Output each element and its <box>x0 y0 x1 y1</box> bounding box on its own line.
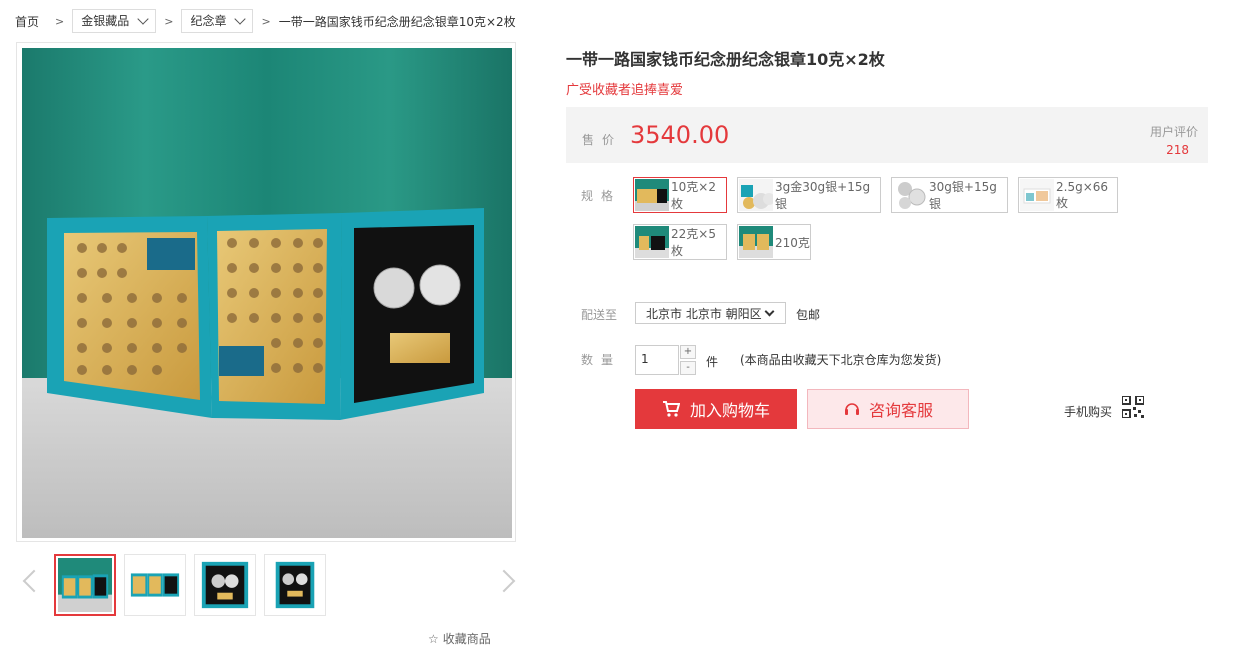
favorite-button[interactable]: ☆ 收藏商品 <box>428 630 491 647</box>
spec-swatch-coins <box>739 179 773 211</box>
chevron-down-icon <box>137 13 149 25</box>
mobile-buy-label[interactable]: 手机购买 <box>1064 403 1112 420</box>
customer-service-label: 咨询客服 <box>868 401 933 420</box>
breadcrumb-separator-icon: > <box>261 14 271 28</box>
thumbnail-1[interactable] <box>54 554 116 616</box>
breadcrumb-separator-icon: > <box>55 14 65 28</box>
price-label: 售价 <box>582 133 623 147</box>
headset-icon <box>844 403 859 415</box>
cart-icon <box>662 401 680 417</box>
spec-option-label: 22克×5枚 <box>671 227 716 258</box>
thumbnail-next-arrow-icon[interactable] <box>492 569 516 593</box>
add-to-cart-label: 加入购物车 <box>689 401 770 420</box>
breadcrumb-home[interactable]: 首页 <box>15 13 39 30</box>
region-value: 北京市 北京市 朝阳区 <box>646 306 762 321</box>
spec-option-label: 30g银+15g银 <box>929 180 997 211</box>
breadcrumb-category-label: 金银藏品 <box>81 14 130 28</box>
breadcrumb-subcategory-dropdown[interactable]: 纪念章 <box>181 9 254 33</box>
thumbnail-image <box>198 558 252 612</box>
thumbnail-prev-arrow-icon[interactable] <box>22 569 46 593</box>
spec-swatch-album <box>635 179 669 211</box>
spec-option-4[interactable]: 2.5g×66枚 <box>1018 177 1118 213</box>
chevron-down-icon <box>764 306 775 317</box>
thumbnail-image <box>128 558 182 612</box>
product-photo <box>22 48 512 538</box>
spec-swatch-set <box>1020 179 1054 211</box>
quantity-plus-button[interactable]: + <box>680 345 696 359</box>
spec-option-2[interactable]: 3g金30g银+15g银 <box>737 177 881 213</box>
quantity-unit: 件 <box>706 355 719 369</box>
spec-option-label: 10克×2枚 <box>671 180 716 211</box>
breadcrumb-separator-icon: > <box>164 14 174 28</box>
favorite-label: 收藏商品 <box>442 632 491 646</box>
quantity-minus-button[interactable]: - <box>680 361 696 375</box>
price-panel: 售价 3540.00 用户评价 218 <box>566 107 1208 163</box>
chevron-down-icon <box>234 13 247 25</box>
spec-swatch-silver <box>893 179 927 211</box>
region-select[interactable]: 北京市 北京市 朝阳区 <box>635 302 786 324</box>
shipping-free-label: 包邮 <box>796 308 821 322</box>
spec-option-5[interactable]: 22克×5枚 <box>633 224 727 260</box>
spec-option-label: 2.5g×66枚 <box>1056 179 1109 210</box>
review-label: 用户评价 <box>1149 125 1198 139</box>
main-product-image[interactable] <box>16 42 516 542</box>
spec-label: 规格 <box>581 189 622 203</box>
spec-swatch-box <box>739 226 773 258</box>
customer-service-button[interactable]: 咨询客服 <box>807 389 969 429</box>
spec-swatch-case <box>635 226 669 258</box>
quantity-label: 数量 <box>581 353 622 367</box>
spec-option-3[interactable]: 30g银+15g银 <box>891 177 1008 213</box>
star-icon: ☆ <box>428 631 439 646</box>
breadcrumb-category-dropdown[interactable]: 金银藏品 <box>72 9 157 33</box>
warehouse-note: (本商品由收藏天下北京仓库为您发货) <box>740 353 942 367</box>
qr-code-icon[interactable] <box>1122 396 1144 418</box>
delivery-label: 配送至 <box>581 308 618 322</box>
thumbnail-4[interactable] <box>264 554 326 616</box>
quantity-input[interactable]: 1 <box>635 345 679 375</box>
thumbnail-image <box>268 558 322 612</box>
spec-option-label: 3g金30g银+15g银 <box>775 180 871 211</box>
spec-option-1[interactable]: 10克×2枚 <box>633 177 727 213</box>
product-title: 一带一路国家钱币纪念册纪念银章10克×2枚 <box>566 50 885 69</box>
breadcrumb-current: 一带一路国家钱币纪念册纪念银章10克×2枚 <box>278 14 516 29</box>
thumbnail-strip <box>54 554 326 616</box>
product-slogan: 广受收藏者追捧喜爱 <box>566 83 684 98</box>
price-value: 3540.00 <box>630 121 730 149</box>
review-count[interactable]: 218 <box>1166 143 1189 157</box>
thumbnail-image <box>58 558 112 612</box>
spec-option-label: 210克 <box>775 235 810 250</box>
spec-option-6[interactable]: 210克 <box>737 224 811 260</box>
breadcrumb: 首页 > 金银藏品 > 纪念章 > 一带一路国家钱币纪念册纪念银章10克×2枚 <box>15 9 516 33</box>
add-to-cart-button[interactable]: 加入购物车 <box>635 389 797 429</box>
thumbnail-3[interactable] <box>194 554 256 616</box>
thumbnail-2[interactable] <box>124 554 186 616</box>
breadcrumb-subcategory-label: 纪念章 <box>190 14 227 28</box>
